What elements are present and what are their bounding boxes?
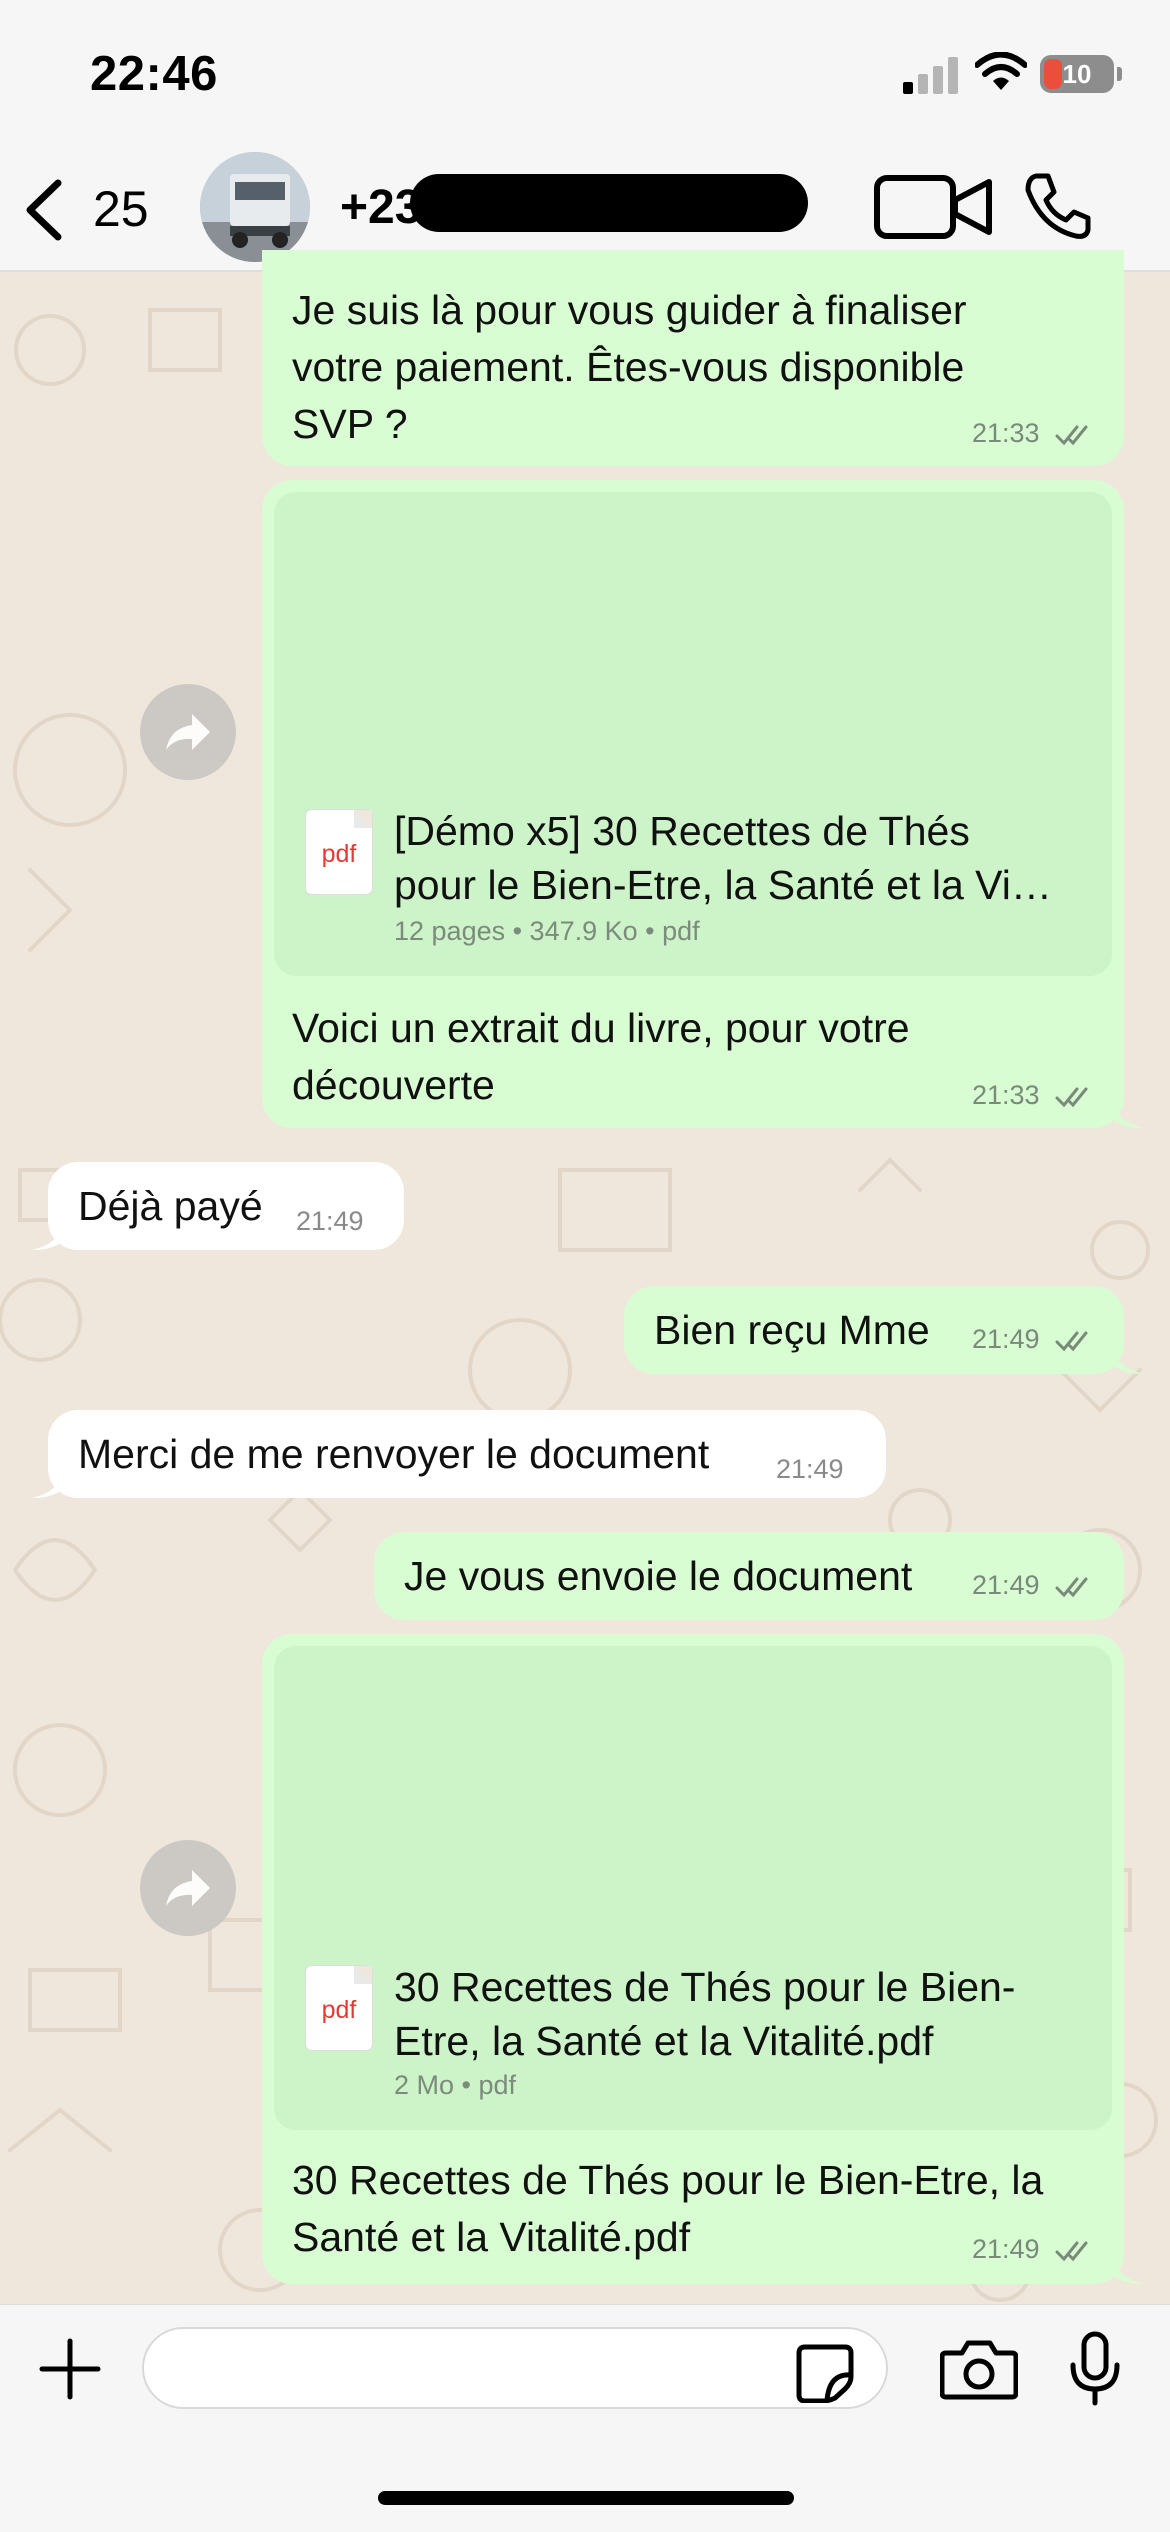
document-title-line: [Démo x5] 30 Recettes de Thés	[394, 808, 970, 854]
avatar[interactable]	[200, 152, 310, 262]
bubble-tail	[32, 1466, 66, 1498]
document-preview[interactable]: pdf 30 Recettes de Thés pour le Bien- Et…	[274, 1646, 1112, 2130]
document-title-line: 30 Recettes de Thés pour le Bien-	[394, 1964, 1016, 2010]
message-time: 21:33	[972, 1080, 1040, 1110]
phone-call-icon[interactable]	[1022, 170, 1094, 242]
double-check-icon	[1055, 1331, 1088, 1352]
forward-icon	[166, 1870, 210, 1906]
forward-button[interactable]	[140, 1840, 236, 1936]
message-text: Déjà payé	[78, 1183, 263, 1229]
signal-icon	[903, 57, 958, 94]
unread-count[interactable]: 25	[93, 180, 149, 238]
forward-button[interactable]	[140, 684, 236, 780]
message-time: 21:49	[972, 1570, 1040, 1600]
status-time: 22:46	[90, 47, 218, 101]
message-input[interactable]	[142, 2327, 888, 2409]
bubble-tail	[1110, 1342, 1144, 1374]
caption-line: Santé et la Vitalité.pdf	[292, 2214, 691, 2260]
caption-line: 30 Recettes de Thés pour le Bien-Etre, l…	[292, 2157, 1044, 2203]
message-time: 21:49	[776, 1454, 844, 1484]
bubble-tail	[1110, 1096, 1144, 1128]
battery-percent: 10	[1062, 59, 1092, 89]
incoming-message[interactable]: Déjà payé 21:49	[48, 1162, 404, 1250]
back-chevron-icon[interactable]	[20, 175, 70, 245]
double-check-icon	[1055, 1087, 1088, 1108]
outgoing-message[interactable]: Bien reçu Mme 21:49	[624, 1286, 1124, 1374]
message-text-line: SVP ?	[292, 401, 408, 447]
outgoing-document-message[interactable]: pdf 30 Recettes de Thés pour le Bien- Et…	[262, 1634, 1124, 2284]
message-time: 21:49	[296, 1206, 364, 1236]
message-time: 21:49	[972, 1324, 1040, 1354]
document-meta: 12 pages • 347.9 Ko • pdf	[394, 916, 700, 946]
outgoing-message[interactable]: Je suis là pour vous guider à finaliser …	[262, 250, 1124, 466]
message-text-line: votre paiement. Êtes-vous disponible	[292, 344, 965, 390]
battery-icon: 10	[1040, 55, 1114, 93]
chat-screen: 22:46 10 25 +23 Je suis là pour vous gui…	[0, 0, 1170, 2532]
message-composer	[0, 2304, 1170, 2532]
double-check-icon	[1055, 425, 1088, 446]
status-bar: 22:46 10	[0, 0, 1170, 150]
document-meta: 2 Mo • pdf	[394, 2070, 517, 2100]
document-title-line: Etre, la Santé et la Vitalité.pdf	[394, 2018, 934, 2064]
battery-tip	[1117, 67, 1122, 81]
double-check-icon	[1055, 2241, 1088, 2262]
plus-icon[interactable]	[36, 2335, 104, 2403]
caption-line: découverte	[292, 1062, 495, 1108]
double-check-icon	[1055, 1577, 1088, 1598]
message-text: Merci de me renvoyer le document	[78, 1431, 710, 1477]
message-text-line: Je suis là pour vous guider à finaliser	[292, 287, 967, 333]
video-call-icon[interactable]	[873, 172, 997, 242]
outgoing-document-message[interactable]: pdf [Démo x5] 30 Recettes de Thés pour l…	[262, 480, 1124, 1128]
message-text: Bien reçu Mme	[654, 1307, 930, 1353]
wifi-icon	[975, 52, 1027, 90]
outgoing-message[interactable]: Je vous envoie le document 21:49	[374, 1532, 1124, 1620]
microphone-icon[interactable]	[1068, 2331, 1122, 2407]
document-title-line: pour le Bien-Etre, la Santé et la Vi…	[394, 862, 1052, 908]
incoming-message[interactable]: Merci de me renvoyer le document 21:49	[48, 1410, 886, 1498]
bubble-tail	[32, 1218, 66, 1250]
camera-icon[interactable]	[940, 2337, 1018, 2401]
sticker-icon[interactable]	[795, 2343, 855, 2403]
pdf-file-icon: pdf	[306, 1966, 372, 2050]
home-indicator	[378, 2491, 794, 2505]
pdf-file-icon: pdf	[306, 810, 372, 894]
message-time: 21:33	[972, 418, 1040, 448]
message-time: 21:49	[972, 2234, 1040, 2264]
message-text: Je vous envoie le document	[404, 1553, 913, 1599]
document-preview[interactable]: pdf [Démo x5] 30 Recettes de Thés pour l…	[274, 492, 1112, 976]
caption-line: Voici un extrait du livre, pour votre	[292, 1005, 910, 1051]
forward-icon	[166, 714, 210, 750]
bubble-tail	[1110, 2252, 1144, 2284]
redaction-bar	[410, 174, 808, 232]
contact-name[interactable]: +23	[340, 180, 421, 235]
